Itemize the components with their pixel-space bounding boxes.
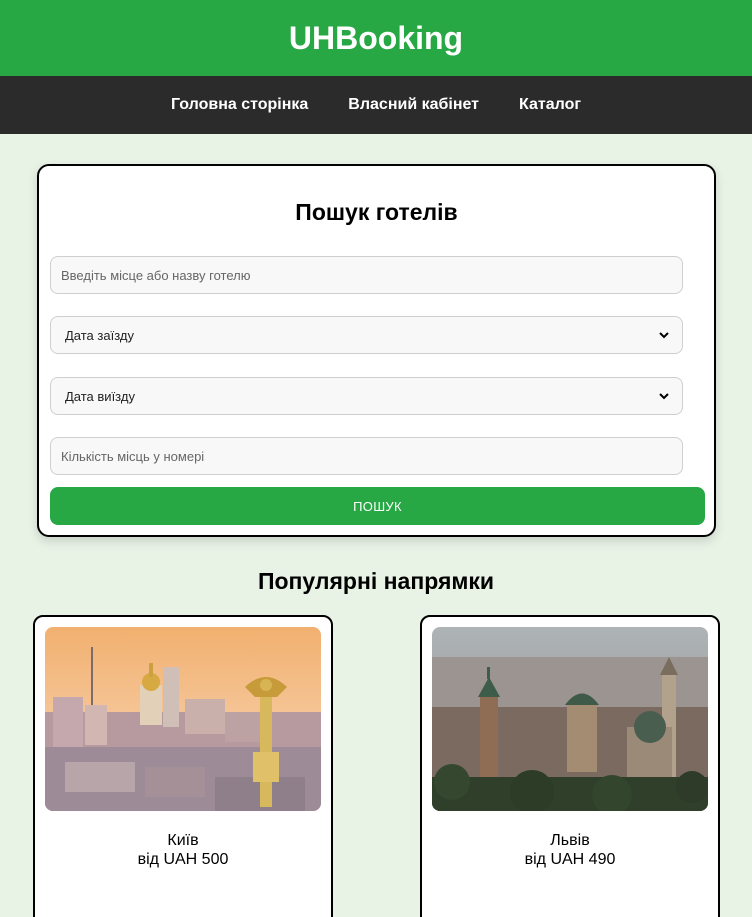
hotel-search-card: Пошук готелів Дата заїзду Дата виїзду ПО… (37, 164, 716, 537)
destination-card-lviv[interactable]: Львів від UAH 490 (420, 615, 720, 917)
nav-link-account[interactable]: Власний кабінет (348, 96, 479, 114)
destination-city: Львів (550, 832, 590, 849)
site-title: UHBooking (288, 19, 464, 56)
nav-link-home[interactable]: Головна сторінка (171, 96, 308, 114)
search-title: Пошук готелів (295, 199, 458, 225)
place-search-input[interactable] (50, 256, 683, 294)
chevron-down-icon (659, 393, 669, 400)
destination-info-kyiv: Київ від UAH 500 (35, 831, 331, 869)
checkin-date-value: Дата заїзду (65, 327, 134, 343)
destination-price: від UAH 490 (524, 851, 616, 868)
checkout-date-select[interactable]: Дата виїзду (50, 377, 683, 415)
main-nav: Головна сторінка Власний кабінет Каталог (0, 76, 752, 134)
site-header: UHBooking (0, 0, 752, 76)
search-button[interactable]: ПОШУК (50, 487, 705, 525)
destination-card-kyiv[interactable]: Київ від UAH 500 (33, 615, 333, 917)
checkin-date-select[interactable]: Дата заїзду (50, 316, 683, 354)
popular-destinations-title: Популярні напрямки (257, 568, 495, 594)
lviv-old-town-image (432, 627, 708, 811)
checkout-date-value: Дата виїзду (65, 388, 135, 404)
guests-count-input[interactable] (50, 437, 683, 475)
chevron-down-icon (659, 332, 669, 339)
kyiv-skyline-image (45, 627, 321, 811)
destination-info-lviv: Львів від UAH 490 (422, 831, 718, 869)
destination-city: Київ (167, 832, 199, 849)
destination-price: від UAH 500 (137, 851, 229, 868)
nav-link-catalog[interactable]: Каталог (519, 96, 581, 114)
